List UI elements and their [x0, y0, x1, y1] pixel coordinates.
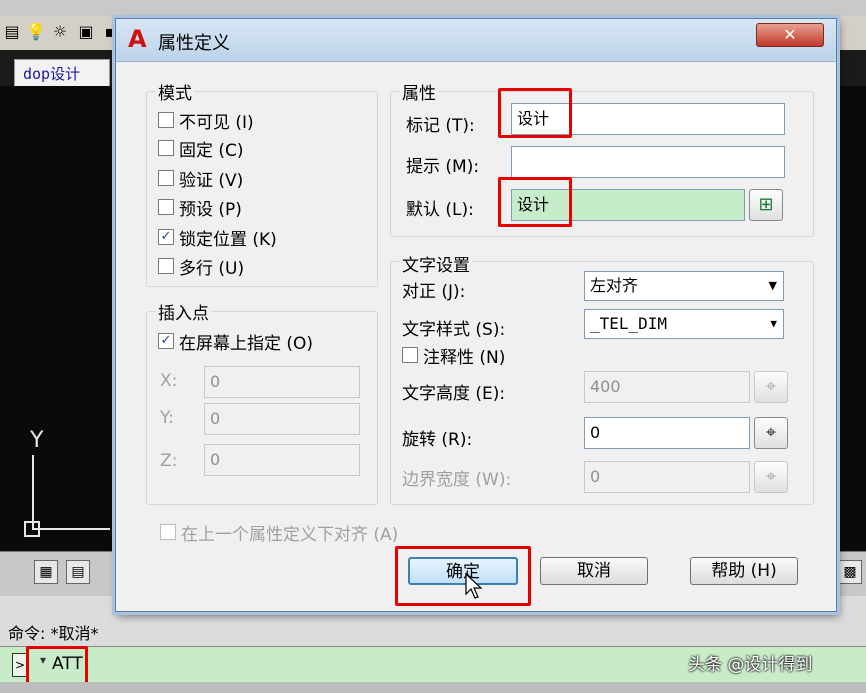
close-button[interactable]: ✕ — [756, 23, 824, 47]
checkbox-box[interactable] — [402, 347, 418, 363]
checkbox-box[interactable] — [158, 112, 174, 128]
checkbox-box[interactable] — [158, 170, 174, 186]
pick-rotation-icon[interactable]: ⌖ — [754, 417, 788, 449]
ok-button[interactable]: 确定 — [408, 557, 518, 585]
document-tab[interactable]: dop设计 — [14, 59, 110, 87]
menu-icon[interactable]: ▤ — [2, 22, 22, 42]
boundary-width-label: 边界宽度 (W): — [402, 470, 512, 490]
command-history-text: 命令: *取消* — [8, 624, 99, 643]
prompt-label: 提示 (M): — [406, 157, 480, 177]
command-dropdown-icon[interactable]: ▾ — [40, 653, 46, 667]
text-settings-label: 文字设置 — [400, 251, 472, 276]
checkbox-verify[interactable]: 验证 (V) — [158, 167, 244, 191]
chevron-down-icon: ▼ — [770, 317, 777, 330]
mode-group-label: 模式 — [156, 79, 194, 104]
checkbox-label: 锁定位置 (K) — [179, 229, 277, 250]
z-label: Z: — [160, 451, 178, 471]
pick-width-icon[interactable]: ⌖ — [754, 461, 788, 493]
text-style-label: 文字样式 (S): — [402, 320, 506, 340]
checkbox-label: 注释性 (N) — [423, 347, 506, 368]
justify-label: 对正 (J): — [402, 282, 466, 302]
watermark: 头条 @设计得到 — [688, 655, 813, 675]
x-input[interactable]: 0 — [204, 366, 360, 398]
boundary-width-input[interactable]: 0 — [584, 461, 750, 493]
checkbox-label: 不可见 (I) — [179, 112, 254, 133]
light-bulb-icon[interactable]: 💡 — [26, 22, 46, 42]
checkbox-constant[interactable]: 固定 (C) — [158, 137, 244, 161]
mouse-cursor-icon — [465, 572, 483, 599]
checkbox-box[interactable] — [160, 524, 176, 540]
checkbox-invisible[interactable]: 不可见 (I) — [158, 109, 254, 133]
default-label: 默认 (L): — [406, 200, 474, 220]
dialog-title: 属性定义 — [158, 33, 230, 54]
cancel-button[interactable]: 取消 — [540, 557, 648, 585]
grid-icon[interactable]: ▩ — [838, 560, 862, 584]
checkbox-label: 多行 (U) — [179, 258, 245, 279]
ucs-y-label: Y — [30, 428, 44, 453]
dialog-titlebar[interactable]: A 属性定义 ✕ — [116, 19, 836, 62]
save-icon[interactable]: ▤ — [66, 560, 90, 584]
checkbox-lock-position[interactable]: ✓ 锁定位置 (K) — [158, 226, 277, 250]
justify-value: 左对齐 — [590, 276, 639, 295]
checkbox-label: 在上一个属性定义下对齐 (A) — [181, 524, 399, 545]
ucs-x-axis — [32, 528, 110, 530]
checkbox-label: 在屏幕上指定 (O) — [179, 333, 314, 354]
z-input[interactable]: 0 — [204, 444, 360, 476]
checkbox-align-below-previous[interactable]: 在上一个属性定义下对齐 (A) — [160, 521, 399, 545]
text-height-label: 文字高度 (E): — [402, 384, 506, 404]
ucs-y-axis — [32, 455, 34, 529]
help-button[interactable]: 帮助 (H) — [690, 557, 798, 585]
text-style-value: _TEL_DIM — [590, 314, 668, 333]
command-input[interactable]: ATT — [52, 653, 83, 675]
y-input[interactable]: 0 — [204, 403, 360, 435]
checkbox-preset[interactable]: 预设 (P) — [158, 196, 242, 220]
chevron-down-icon: ▼ — [768, 279, 777, 292]
justify-select[interactable]: 左对齐 ▼ — [584, 271, 784, 301]
checkbox-specify-on-screen[interactable]: ✓ 在屏幕上指定 (O) — [158, 330, 314, 354]
prompt-input[interactable] — [511, 146, 785, 178]
attribute-group-label: 属性 — [400, 79, 438, 104]
default-input[interactable]: 设计 — [511, 189, 745, 221]
insert-field-button[interactable]: ⊞ — [749, 189, 783, 221]
sun-icon[interactable]: ☼ — [50, 22, 70, 42]
command-prompt-icon[interactable]: > — [12, 653, 28, 677]
x-label: X: — [160, 371, 178, 391]
checkbox-label: 固定 (C) — [179, 140, 244, 161]
app-title-strip — [0, 0, 866, 16]
tag-label: 标记 (T): — [406, 116, 475, 136]
layout-tabs-bar — [0, 682, 866, 693]
checkbox-box[interactable] — [158, 258, 174, 274]
checkbox-box-checked[interactable]: ✓ — [158, 229, 174, 245]
tag-input[interactable]: 设计 — [511, 103, 785, 135]
checkbox-box[interactable] — [158, 199, 174, 215]
text-style-select[interactable]: _TEL_DIM ▼ — [584, 309, 784, 339]
rotation-label: 旋转 (R): — [402, 430, 473, 450]
y-label: Y: — [160, 408, 174, 428]
checkbox-box-checked[interactable]: ✓ — [158, 333, 174, 349]
checkbox-box[interactable] — [158, 140, 174, 156]
insertion-point-label: 插入点 — [156, 299, 211, 324]
text-height-input[interactable]: 400 — [584, 371, 750, 403]
ucs-origin-icon — [24, 521, 40, 537]
checkbox-annotative[interactable]: 注释性 (N) — [402, 344, 506, 368]
pick-height-icon[interactable]: ⌖ — [754, 371, 788, 403]
rotation-input[interactable]: 0 — [584, 417, 750, 449]
checkbox-label: 验证 (V) — [179, 170, 244, 191]
checkbox-multiline[interactable]: 多行 (U) — [158, 255, 245, 279]
attribute-definition-dialog: A 属性定义 ✕ 模式 不可见 (I) 固定 (C) 验证 (V) 预设 (P)… — [115, 18, 837, 612]
autocad-logo-icon: A — [128, 25, 147, 53]
layer-icon[interactable]: ▣ — [76, 22, 96, 42]
checkbox-label: 预设 (P) — [179, 199, 242, 220]
layout-icon[interactable]: ▦ — [34, 560, 58, 584]
